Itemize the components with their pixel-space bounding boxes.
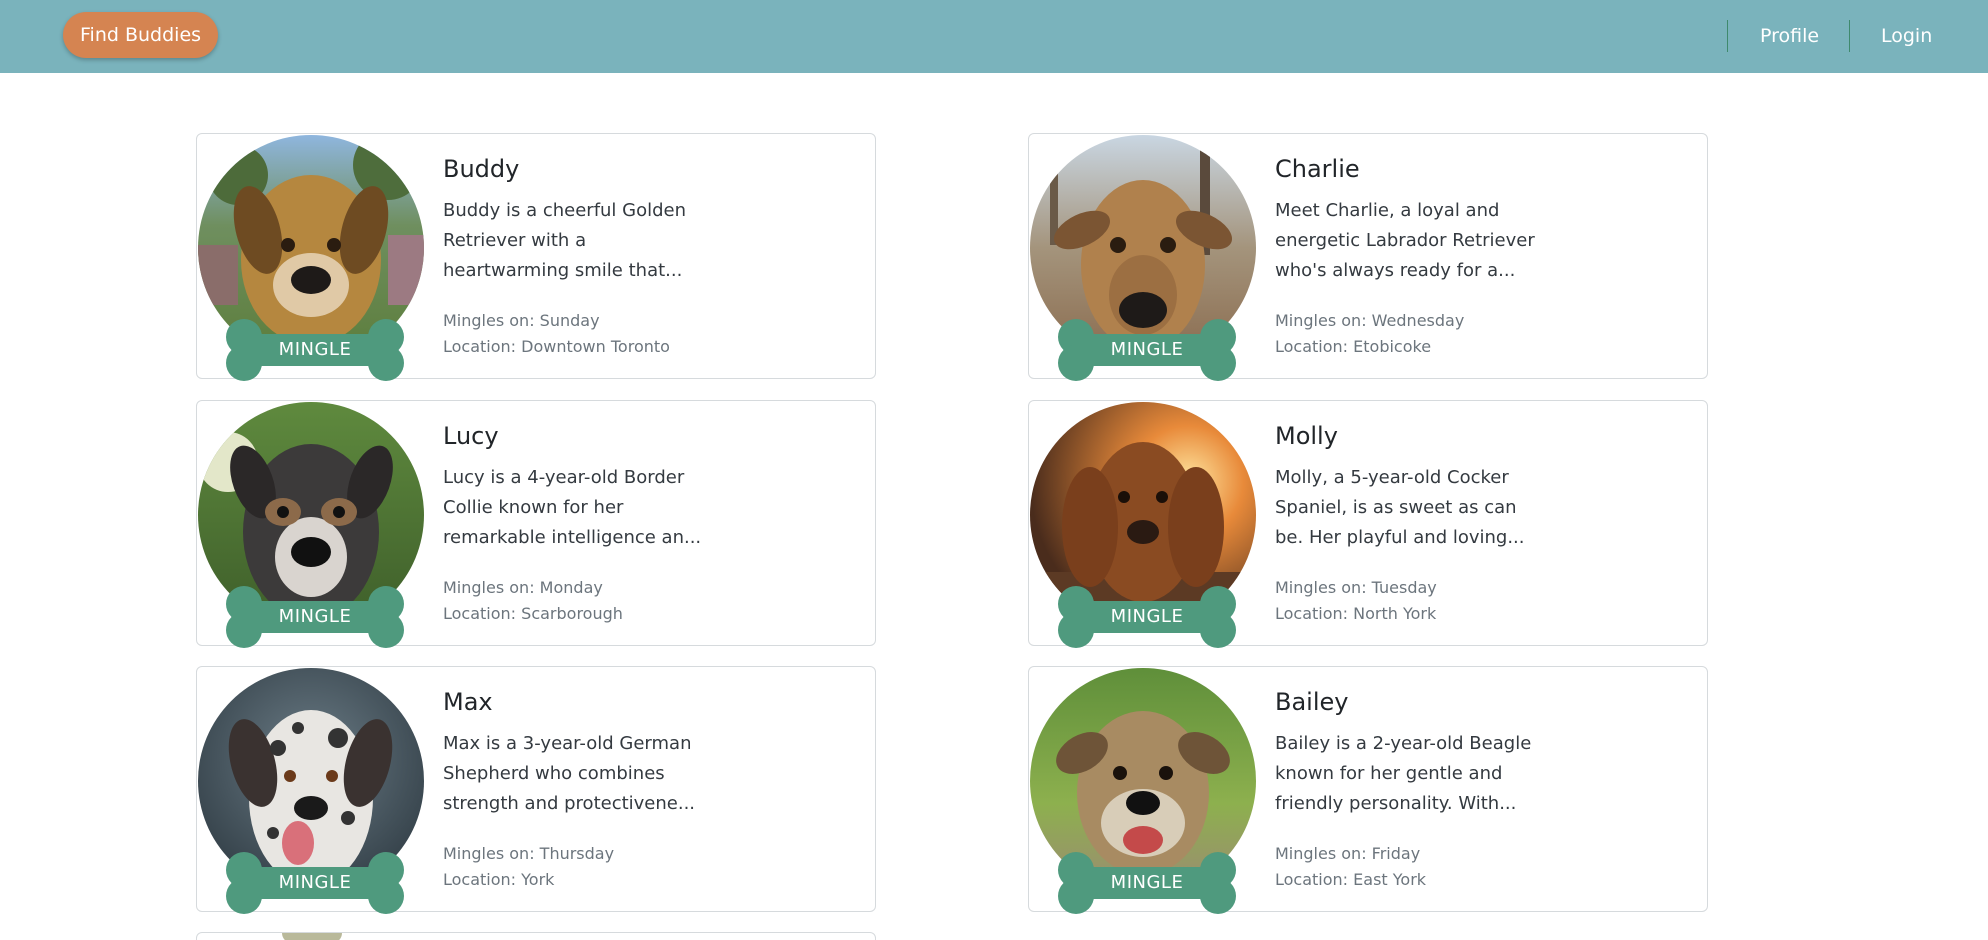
dog-meta: Mingles on: Friday Location: East York [1275,841,1426,893]
dog-card[interactable]: MINGLE Molly Molly, a 5-year-old Cocker … [1028,400,1708,648]
mingle-day: Mingles on: Tuesday [1275,578,1437,597]
dog-name: Bailey [1275,688,1349,716]
dog-meta: Mingles on: Wednesday Location: Etobicok… [1275,308,1464,360]
dog-description: Lucy is a 4-year-old Border Collie known… [443,467,702,548]
mingle-label: MINGLE [278,339,352,360]
dog-card[interactable]: MINGLE Max Max is a 3-year-old German Sh… [196,666,876,914]
mingle-day: Mingles on: Friday [1275,844,1421,863]
dog-description: Molly, a 5-year-old Cocker Spaniel, is a… [1275,467,1525,548]
mingle-button[interactable]: MINGLE [1058,319,1236,381]
mingle-button[interactable]: MINGLE [226,586,404,648]
mingle-day: Mingles on: Wednesday [1275,311,1465,330]
dog-meta: Mingles on: Monday Location: Scarborough [443,575,623,627]
mingle-day: Mingles on: Monday [443,578,603,597]
find-buddies-button[interactable]: Find Buddies [63,12,219,58]
mingle-day: Mingles on: Thursday [443,844,615,863]
dog-location: Location: York [443,870,555,889]
mingle-label: MINGLE [1110,872,1184,893]
dog-card-partial[interactable] [196,932,876,940]
dog-location: Location: Etobicoke [1275,337,1432,356]
dog-description: Max is a 3-year-old German Shepherd who … [443,733,696,814]
navbar: Find Buddies Profile Login [0,0,1988,73]
dog-meta: Mingles on: Sunday Location: Downtown To… [443,308,670,360]
mingle-label: MINGLE [278,872,352,893]
nav-link-profile[interactable]: Profile [1760,24,1819,48]
nav-divider [1727,20,1728,52]
dog-description: Buddy is a cheerful Golden Retriever wit… [443,200,687,281]
dog-meta: Mingles on: Tuesday Location: North York [1275,575,1437,627]
mingle-button[interactable]: MINGLE [226,852,404,914]
nav-divider [1849,20,1850,52]
dog-card[interactable]: MINGLE Buddy Buddy is a cheerful Golden … [196,133,876,381]
mingle-day: Mingles on: Sunday [443,311,600,330]
nav-link-login[interactable]: Login [1881,24,1932,48]
dog-location: Location: North York [1275,604,1437,623]
mingle-label: MINGLE [278,606,352,627]
dog-name: Buddy [443,155,520,183]
dog-location: Location: East York [1275,870,1427,889]
mingle-label: MINGLE [1110,339,1184,360]
mingle-button[interactable]: MINGLE [226,319,404,381]
dog-name: Lucy [443,422,499,450]
dog-description: Meet Charlie, a loyal and energetic Labr… [1275,200,1535,281]
dog-name: Molly [1275,422,1338,450]
dog-name: Max [443,688,493,716]
dog-meta: Mingles on: Thursday Location: York [443,841,614,893]
dog-description: Bailey is a 2-year-old Beagle known for … [1275,733,1532,814]
mingle-label: MINGLE [1110,606,1184,627]
dog-card[interactable]: MINGLE Charlie Meet Charlie, a loyal and… [1028,133,1708,381]
dog-location: Location: Scarborough [443,604,623,623]
dog-name: Charlie [1275,155,1360,183]
dog-photo [282,933,342,940]
dog-card[interactable]: MINGLE Lucy Lucy is a 4-year-old Border … [196,400,876,648]
dog-location: Location: Downtown Toronto [443,337,670,356]
mingle-button[interactable]: MINGLE [1058,586,1236,648]
mingle-button[interactable]: MINGLE [1058,852,1236,914]
dog-card[interactable]: MINGLE Bailey Bailey is a 2-year-old Bea… [1028,666,1708,914]
